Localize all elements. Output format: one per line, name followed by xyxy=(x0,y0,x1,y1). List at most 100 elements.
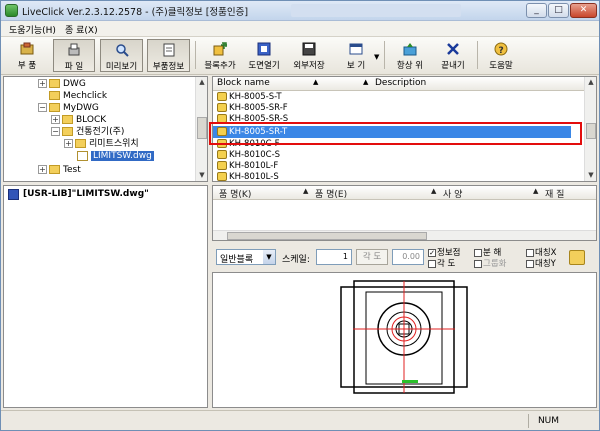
tree-item-selected[interactable]: LIMITSW.dwg xyxy=(77,150,154,162)
scroll-down-icon[interactable]: ▼ xyxy=(196,170,207,181)
view-dropdown-icon[interactable]: ▼ xyxy=(374,53,379,61)
attribute-grid-scrollbar[interactable] xyxy=(213,230,596,240)
layout-select[interactable]: 일반블록 ▼ xyxy=(216,249,276,265)
folder-icon xyxy=(62,115,73,124)
column-material[interactable]: 재 질 xyxy=(545,187,564,200)
tree-item[interactable]: − MyDWG xyxy=(38,102,99,114)
expand-icon[interactable]: + xyxy=(38,79,47,88)
expand-icon[interactable]: + xyxy=(64,139,73,148)
preview-controls: 일반블록 ▼ 스케일: 1 각 도 0.00 ✓ 정보점 각 도 분 해 그룹화 … xyxy=(212,244,597,272)
angle-input[interactable]: 0.00 xyxy=(392,249,424,265)
preview-drawing xyxy=(340,280,468,394)
exit-icon xyxy=(447,43,459,55)
list-item[interactable]: KH-8005-SR-F xyxy=(217,103,288,113)
block-icon xyxy=(217,161,227,170)
tree-scrollbar[interactable]: ▲ ▼ xyxy=(195,77,207,181)
list-item[interactable]: KH-8010C-S xyxy=(217,150,280,160)
close-button[interactable]: ✕ xyxy=(570,3,597,18)
folder-icon xyxy=(62,127,73,136)
parts-button[interactable]: 부 품 xyxy=(5,39,49,72)
part-info-icon xyxy=(163,43,174,57)
parts-icon xyxy=(20,42,34,55)
add-block-button[interactable]: 블록추가 xyxy=(199,39,241,72)
scroll-thumb[interactable] xyxy=(586,123,596,139)
column-spec[interactable]: 사 양 xyxy=(443,187,462,200)
folder-tree[interactable]: + DWG Mechclick − MyDWG + BLOCK − 건통전기(주) + 리… xyxy=(3,76,208,182)
menu-help[interactable]: 도움기능(H) xyxy=(9,23,56,36)
sort-asc-icon: ▲ xyxy=(313,78,319,86)
tree-item[interactable]: + DWG xyxy=(38,78,86,90)
attribute-grid-header: 품 명(K) ▲ 품 명(E) ▲ 사 양 ▲ 재 질 xyxy=(213,186,596,200)
tree-item[interactable]: − 건통전기(주) xyxy=(51,126,124,138)
menu-exit[interactable]: 종 료(X) xyxy=(65,23,98,36)
folder-icon xyxy=(75,139,86,148)
tree-item[interactable]: Mechclick xyxy=(49,90,107,102)
block-preview[interactable] xyxy=(212,272,597,408)
window-title: LiveClick Ver.2.3.12.2578 - (주)클릭정보 [정품인… xyxy=(22,7,249,18)
scroll-thumb[interactable] xyxy=(197,117,207,139)
always-top-button[interactable]: 항상 위 xyxy=(389,39,431,72)
list-item[interactable]: KH-8010L-F xyxy=(217,161,278,171)
block-list-scrollbar[interactable]: ▲ ▼ xyxy=(584,77,596,181)
export-button[interactable]: 외부저장 xyxy=(288,39,330,72)
column-block-name[interactable]: Block name xyxy=(217,78,270,88)
highlight-box xyxy=(209,122,582,145)
sort-asc-icon: ▲ xyxy=(363,78,369,86)
expand-icon[interactable]: + xyxy=(51,115,60,124)
scroll-up-icon[interactable]: ▲ xyxy=(196,77,207,88)
scroll-down-icon[interactable]: ▼ xyxy=(585,170,596,181)
scale-input[interactable]: 1 xyxy=(316,249,352,265)
add-block-icon xyxy=(213,42,227,56)
attribute-grid[interactable]: 품 명(K) ▲ 품 명(E) ▲ 사 양 ▲ 재 질 xyxy=(212,185,597,241)
scroll-up-icon[interactable]: ▲ xyxy=(585,77,596,88)
view-button[interactable]: 보 기 xyxy=(333,39,379,72)
column-description[interactable]: Description xyxy=(375,78,426,88)
library-path: [USR-LIB]"LIMITSW.dwg" xyxy=(23,189,149,199)
list-item[interactable]: KH-8005-S-T xyxy=(217,92,282,102)
minimize-button[interactable]: _ xyxy=(526,3,547,18)
toolbar-separator xyxy=(477,41,478,69)
group-checkbox[interactable]: 그룹화 xyxy=(474,257,506,269)
folder-icon xyxy=(49,91,60,100)
status-bar: NUM xyxy=(1,410,599,430)
block-icon xyxy=(217,172,227,181)
restore-button[interactable]: □ xyxy=(548,3,569,18)
collapse-icon[interactable]: − xyxy=(51,127,60,136)
app-window: LiveClick Ver.2.3.12.2578 - (주)클릭정보 [정품인… xyxy=(0,0,600,431)
part-info-button[interactable]: 부품정보 xyxy=(147,39,190,72)
exit-button[interactable]: 끝내기 xyxy=(433,39,473,72)
app-logo-icon xyxy=(5,4,18,17)
insert-block-icon[interactable] xyxy=(569,250,585,265)
toolbar-separator xyxy=(195,41,196,69)
title-redacted xyxy=(291,4,461,17)
tree-item[interactable]: + BLOCK xyxy=(51,114,106,126)
collapse-icon[interactable]: − xyxy=(38,103,47,112)
chevron-down-icon[interactable]: ▼ xyxy=(263,250,275,264)
column-name-korean[interactable]: 품 명(K) xyxy=(219,187,251,200)
help-icon: ? xyxy=(494,42,508,56)
open-drawing-button[interactable]: 도면열기 xyxy=(243,39,285,72)
view-icon xyxy=(349,43,363,55)
checkmark-icon: ✓ xyxy=(428,248,436,257)
library-icon xyxy=(8,189,19,200)
list-item[interactable]: KH-8010L-S xyxy=(217,172,279,181)
block-icon xyxy=(217,103,227,112)
svg-text:?: ? xyxy=(499,46,504,56)
expand-icon[interactable]: + xyxy=(38,165,47,174)
column-name-english[interactable]: 품 명(E) xyxy=(315,187,347,200)
angle-checkbox[interactable]: 각 도 xyxy=(428,257,455,269)
preview-icon xyxy=(115,44,129,57)
file-icon xyxy=(68,43,80,56)
help-button[interactable]: ? 도움말 xyxy=(481,39,521,72)
tree-item[interactable]: + Test xyxy=(38,164,81,176)
always-top-icon xyxy=(403,43,417,56)
scroll-thumb[interactable] xyxy=(227,232,427,240)
sort-asc-icon: ▲ xyxy=(303,187,309,195)
preview-button[interactable]: 미리보기 xyxy=(100,39,143,72)
file-button[interactable]: 파 일 xyxy=(53,39,95,72)
angle-button[interactable]: 각 도 xyxy=(356,249,388,265)
library-path-pane: [USR-LIB]"LIMITSW.dwg" xyxy=(3,185,208,408)
tree-item[interactable]: + 리미트스위치 xyxy=(64,138,139,150)
dwg-file-icon xyxy=(77,150,88,161)
mirror-y-checkbox[interactable]: 대칭Y xyxy=(526,257,556,269)
